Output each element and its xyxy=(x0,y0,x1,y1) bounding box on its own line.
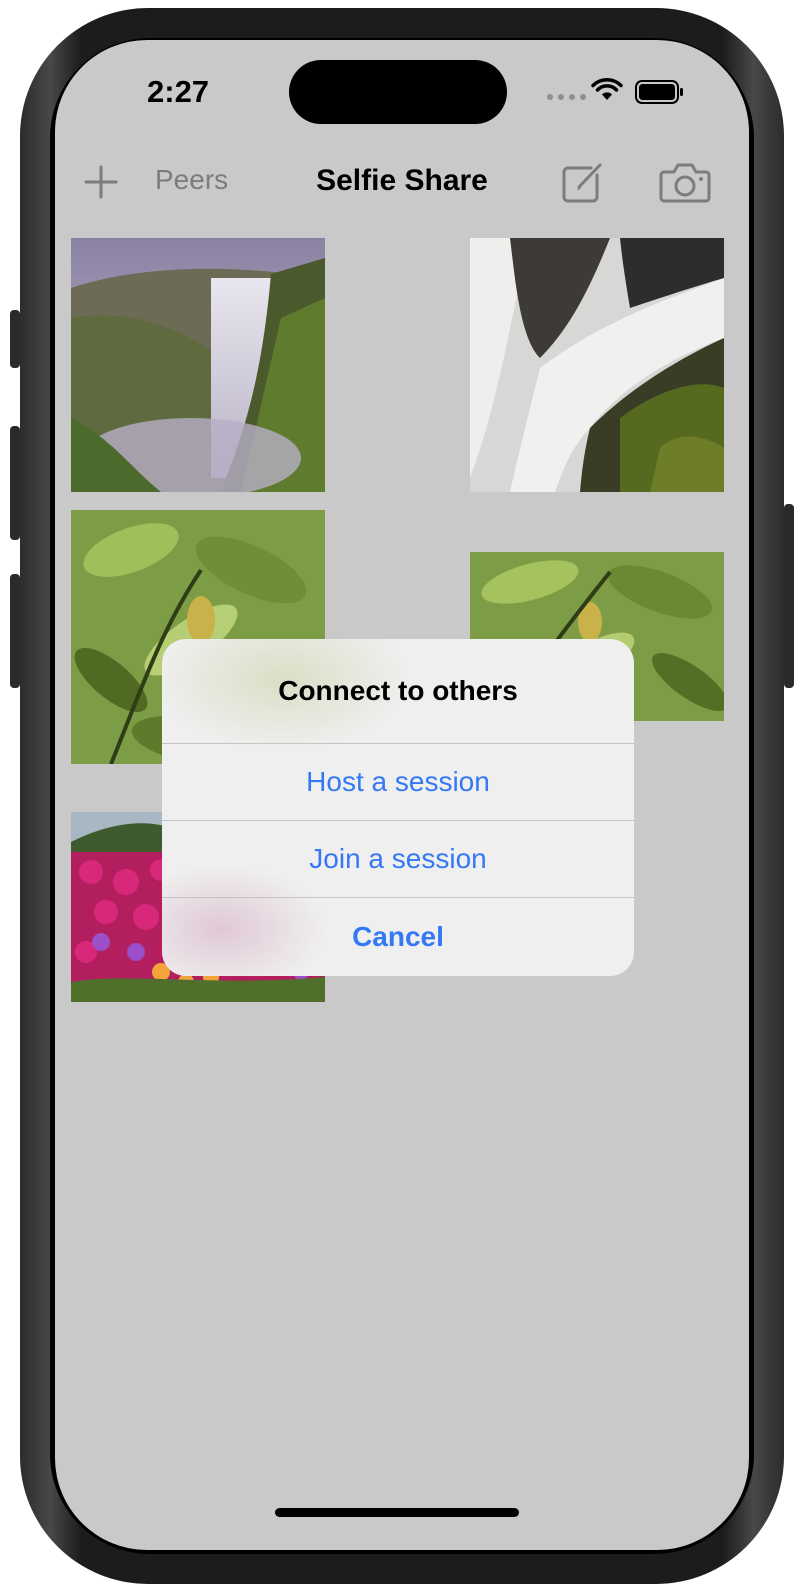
wifi-icon xyxy=(591,78,623,100)
host-session-button[interactable]: Host a session xyxy=(162,744,634,821)
cellular-dots-icon xyxy=(547,94,586,100)
photo-waterfall-rocks[interactable] xyxy=(470,238,724,492)
join-session-button[interactable]: Join a session xyxy=(162,821,634,898)
cancel-button[interactable]: Cancel xyxy=(162,898,634,976)
nav-title: Selfie Share xyxy=(316,164,488,197)
photo-waterfall-cliff[interactable] xyxy=(71,238,325,492)
alert-title: Connect to others xyxy=(162,639,634,744)
connect-alert-dialog: Connect to others Host a session Join a … xyxy=(162,639,634,976)
power-button xyxy=(784,504,794,688)
action-button xyxy=(10,310,20,368)
battery-icon xyxy=(635,80,683,104)
home-indicator[interactable] xyxy=(275,1508,519,1517)
compose-icon[interactable] xyxy=(561,160,605,204)
screen: 2:27 Peers Selfie Share Connect to other… xyxy=(55,40,749,1550)
volume-down-button xyxy=(10,574,20,688)
status-time: 2:27 xyxy=(147,74,210,109)
dynamic-island xyxy=(289,60,507,124)
volume-up-button xyxy=(10,426,20,540)
navigation-bar: Peers Selfie Share xyxy=(55,150,749,214)
camera-icon[interactable] xyxy=(659,160,711,204)
